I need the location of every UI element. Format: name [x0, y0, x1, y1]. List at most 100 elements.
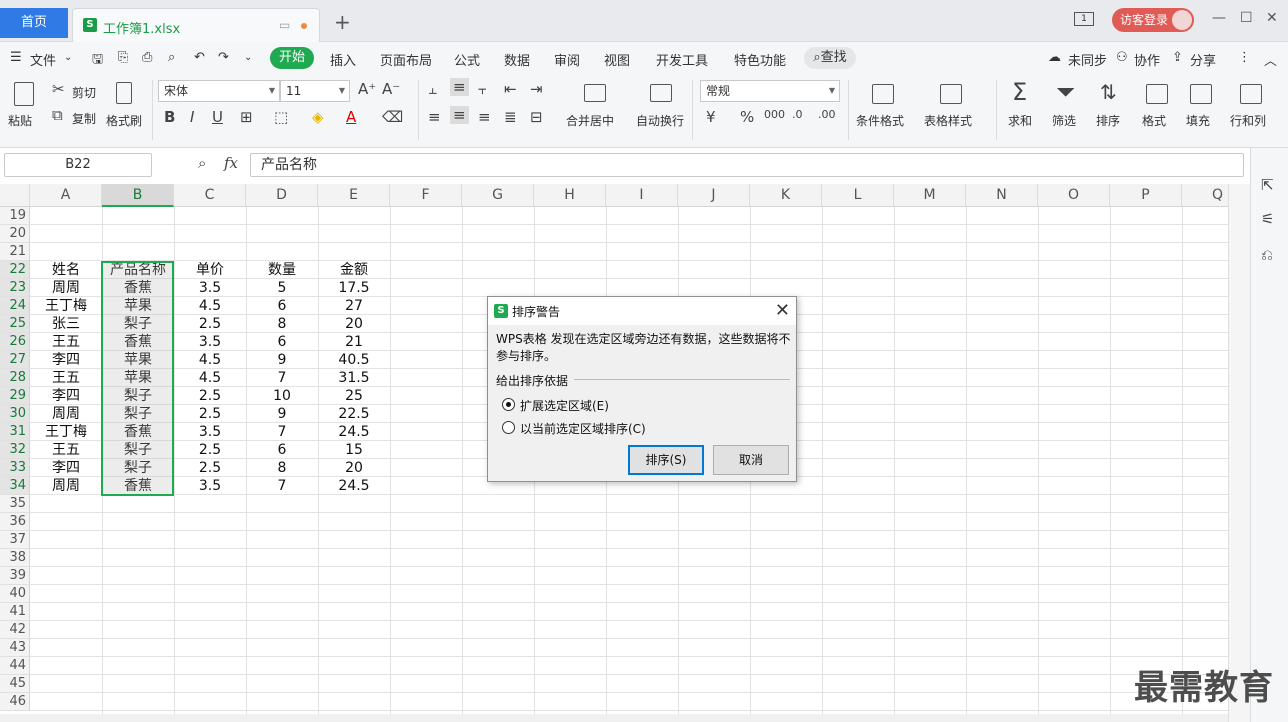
print-icon[interactable]: ⎙	[142, 50, 152, 65]
sort-button[interactable]: 排序(S)	[628, 445, 704, 475]
column-header-a[interactable]: A	[30, 184, 102, 207]
format-painter-icon[interactable]	[116, 82, 132, 104]
data-cell[interactable]: 6	[246, 297, 318, 315]
formula-input[interactable]: 产品名称	[250, 153, 1244, 177]
data-cell[interactable]: 4.5	[174, 351, 246, 369]
data-cell[interactable]: 李四	[30, 351, 102, 369]
increase-decimal-icon[interactable]: .0	[792, 108, 803, 121]
data-cell[interactable]: 3.5	[174, 423, 246, 441]
column-header-d[interactable]: D	[246, 184, 318, 207]
format-painter-button[interactable]: 格式刷	[106, 112, 142, 129]
radio-current-selection[interactable]	[502, 421, 515, 434]
column-header-g[interactable]: G	[462, 184, 534, 207]
hamburger-icon[interactable]: ☰	[10, 50, 22, 65]
tab-workbook[interactable]: S 工作簿1.xlsx ▭	[72, 8, 320, 42]
more-icon[interactable]: ⋮	[1238, 50, 1251, 65]
thousands-icon[interactable]: 000	[764, 108, 785, 121]
data-cell[interactable]: 周周	[30, 477, 102, 495]
data-cell[interactable]: 2.5	[174, 441, 246, 459]
column-header-o[interactable]: O	[1038, 184, 1110, 207]
close-icon[interactable]: ✕	[775, 300, 790, 321]
radio-current-label[interactable]: 以当前选定区域排序(C)	[520, 420, 646, 437]
align-center-icon[interactable]: ≡	[450, 106, 469, 124]
justify-icon[interactable]: ≣	[504, 108, 517, 126]
conditional-format-button[interactable]: 条件格式	[856, 112, 904, 129]
menu-formula[interactable]: 公式	[454, 50, 480, 69]
data-cell[interactable]: 4.5	[174, 369, 246, 387]
border-icon[interactable]: ⊞	[240, 108, 253, 126]
settings-sliders-icon[interactable]: ⚟	[1261, 210, 1274, 228]
data-cell[interactable]: 周周	[30, 279, 102, 297]
data-cell[interactable]: 31.5	[318, 369, 390, 387]
redo-icon[interactable]: ↷	[218, 50, 229, 65]
maximize-icon[interactable]: ☐	[1240, 10, 1253, 26]
header-cell[interactable]: 单价	[174, 261, 246, 279]
underline-icon[interactable]: U	[212, 108, 223, 126]
distributed-icon[interactable]: ⊟	[530, 108, 543, 126]
radio-expand-selection[interactable]	[502, 398, 515, 411]
row-header-38[interactable]: 38	[0, 549, 30, 567]
row-header-26[interactable]: 26	[0, 333, 30, 351]
wrap-text-button[interactable]: 自动换行	[636, 112, 684, 129]
column-header-f[interactable]: F	[390, 184, 462, 207]
radio-expand-label[interactable]: 扩展选定区域(E)	[520, 397, 609, 414]
row-header-29[interactable]: 29	[0, 387, 30, 405]
clear-format-icon[interactable]: ⌫	[382, 108, 403, 126]
fill-icon[interactable]	[1190, 84, 1212, 104]
cut-button[interactable]: 剪切	[72, 84, 96, 101]
history-icon[interactable]: ⎌	[1261, 246, 1273, 264]
header-cell[interactable]: 姓名	[30, 261, 102, 279]
row-header-37[interactable]: 37	[0, 531, 30, 549]
font-increase-icon[interactable]: A⁺	[358, 80, 376, 98]
row-header-35[interactable]: 35	[0, 495, 30, 513]
data-cell[interactable]: 2.5	[174, 315, 246, 333]
align-top-icon[interactable]: ⫠	[428, 80, 437, 98]
data-cell[interactable]: 7	[246, 369, 318, 387]
row-header-30[interactable]: 30	[0, 405, 30, 423]
more-chevron-icon[interactable]: ⌄	[244, 52, 252, 63]
fill-color-icon[interactable]: ◈	[312, 108, 324, 126]
data-cell[interactable]: 9	[246, 351, 318, 369]
column-header-i[interactable]: I	[606, 184, 678, 207]
data-cell[interactable]: 20	[318, 459, 390, 477]
data-cell[interactable]: 17.5	[318, 279, 390, 297]
data-cell[interactable]: 20	[318, 315, 390, 333]
italic-icon[interactable]: I	[190, 108, 194, 126]
page-indicator[interactable]: 1	[1074, 12, 1094, 26]
data-cell[interactable]: 9	[246, 405, 318, 423]
row-header-19[interactable]: 19	[0, 207, 30, 225]
data-cell[interactable]: 7	[246, 423, 318, 441]
row-header-22[interactable]: 22	[0, 261, 30, 279]
font-decrease-icon[interactable]: A⁻	[382, 80, 400, 98]
menu-insert[interactable]: 插入	[330, 50, 356, 69]
align-middle-icon[interactable]: ≡	[450, 78, 469, 96]
data-cell[interactable]: 王丁梅	[30, 297, 102, 315]
paste-button[interactable]: 粘贴	[8, 112, 32, 129]
percent-icon[interactable]: %	[740, 108, 754, 126]
row-header-34[interactable]: 34	[0, 477, 30, 495]
row-header-46[interactable]: 46	[0, 693, 30, 711]
data-cell[interactable]: 王五	[30, 369, 102, 387]
cut-icon[interactable]: ✂	[52, 80, 65, 98]
fill-button[interactable]: 填充	[1186, 112, 1210, 129]
cloud-sync-icon[interactable]: ☁	[1048, 50, 1061, 65]
format-icon[interactable]	[1146, 84, 1168, 104]
data-cell[interactable]: 24.5	[318, 477, 390, 495]
format-button[interactable]: 格式	[1142, 112, 1166, 129]
data-cell[interactable]: 7	[246, 477, 318, 495]
data-cell[interactable]: 6	[246, 441, 318, 459]
row-col-icon[interactable]	[1240, 84, 1262, 104]
table-style-icon[interactable]	[940, 84, 962, 104]
conditional-format-icon[interactable]	[872, 84, 894, 104]
horizontal-scrollbar[interactable]	[0, 714, 1228, 722]
merge-center-icon[interactable]	[584, 84, 606, 102]
column-header-c[interactable]: C	[174, 184, 246, 207]
share-button[interactable]: 分享	[1190, 50, 1216, 69]
print-preview-icon[interactable]: ⌕	[168, 50, 175, 65]
indent-increase-icon[interactable]: ⇥	[530, 80, 543, 98]
font-name-select[interactable]: 宋体 ▼	[158, 80, 280, 102]
row-header-44[interactable]: 44	[0, 657, 30, 675]
menu-dev-tools[interactable]: 开发工具	[656, 50, 708, 69]
font-size-select[interactable]: 11 ▼	[280, 80, 350, 102]
row-header-39[interactable]: 39	[0, 567, 30, 585]
